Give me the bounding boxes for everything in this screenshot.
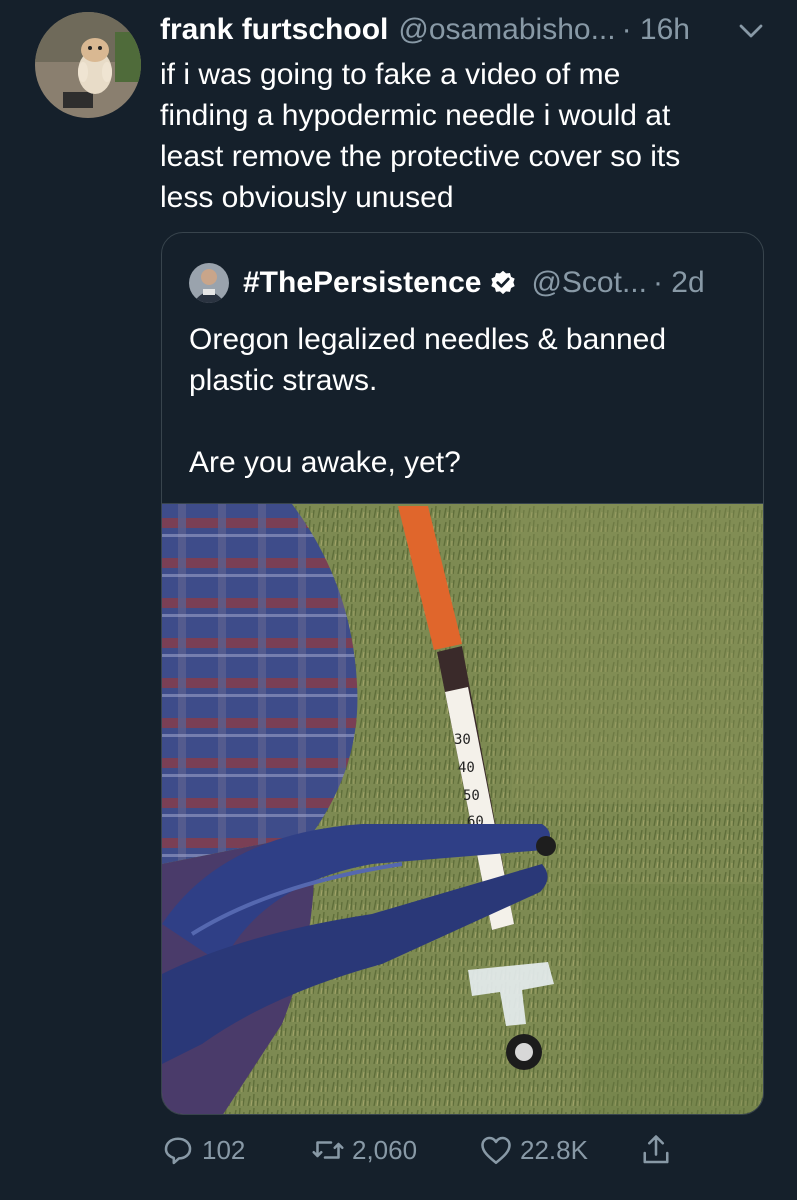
retweet-icon: [312, 1141, 344, 1159]
like-button[interactable]: 22.8K: [478, 1128, 588, 1172]
retweet-count: 2,060: [352, 1134, 418, 1165]
like-count: 22.8K: [520, 1134, 588, 1165]
chevron-down-icon[interactable]: [736, 16, 766, 46]
retweet-button[interactable]: 2,060: [310, 1128, 417, 1172]
tweet[interactable]: frank furtschool @osamabisho... · 16h if…: [0, 0, 797, 1200]
syringe-label: 50: [463, 788, 480, 804]
syringe-label: 40: [458, 760, 475, 776]
author-handle[interactable]: @osamabisho...: [398, 13, 615, 47]
avatar-image: [35, 12, 141, 118]
quoted-tweet-timestamp[interactable]: · 2d: [653, 266, 705, 300]
quoted-tweet-text: Oregon legalized needles & banned plasti…: [189, 323, 667, 479]
quoted-tweet-header: #ThePersistence @Scot... · 2d: [189, 263, 749, 303]
reply-icon: [164, 1137, 192, 1165]
share-button[interactable]: [638, 1128, 680, 1172]
quoted-author-handle[interactable]: @Scot...: [531, 266, 647, 300]
tweet-text: if i was going to fake a video of me fin…: [160, 58, 681, 214]
reply-button[interactable]: 102: [160, 1128, 245, 1172]
tweet-timestamp[interactable]: · 16h: [622, 13, 690, 47]
heart-icon: [481, 1136, 511, 1165]
author-avatar[interactable]: [35, 12, 141, 118]
quoted-avatar-image: [189, 263, 229, 303]
quoted-author-avatar[interactable]: [189, 263, 229, 303]
syringe-label: 30: [454, 732, 471, 748]
share-icon: [643, 1135, 669, 1164]
quoted-author-display-name[interactable]: #ThePersistence: [243, 266, 481, 300]
tweet-actions: 102 2,060 22.8K: [160, 1128, 780, 1172]
tweet-header: frank furtschool @osamabisho... · 16h: [160, 10, 780, 50]
verified-badge-icon: [491, 270, 516, 295]
quoted-tweet-media[interactable]: 30 40 50 60: [162, 503, 763, 1114]
media-image: 30 40 50 60: [162, 504, 763, 1114]
reply-count: 102: [202, 1134, 246, 1165]
quoted-tweet[interactable]: #ThePersistence @Scot... · 2d Oregon leg…: [161, 232, 764, 1115]
author-display-name[interactable]: frank furtschool: [160, 13, 388, 47]
